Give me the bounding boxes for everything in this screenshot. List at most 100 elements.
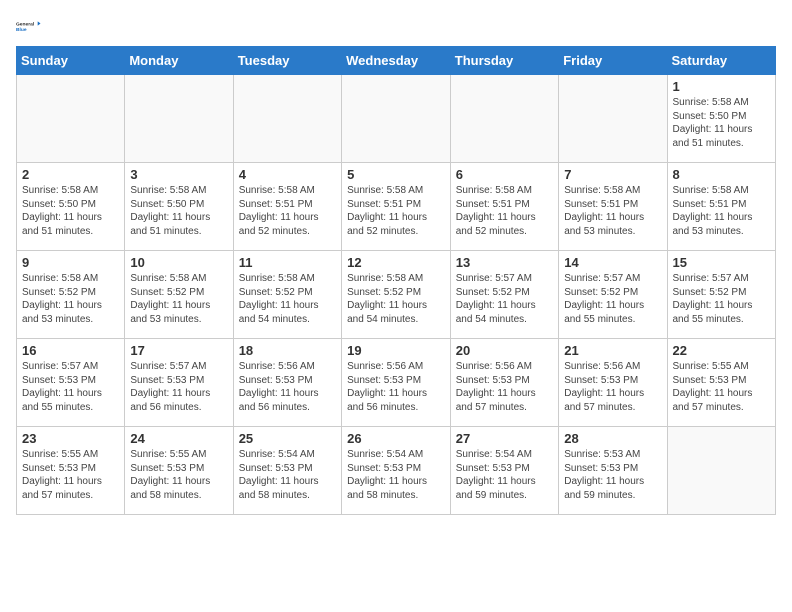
day-info: Sunrise: 5:58 AM Sunset: 5:51 PM Dayligh…: [347, 184, 445, 238]
day-info: Sunrise: 5:58 AM Sunset: 5:52 PM Dayligh…: [130, 272, 227, 326]
calendar-cell: 22 Sunrise: 5:55 AM Sunset: 5:53 PM Dayli…: [667, 339, 776, 427]
day-number: 2: [22, 167, 119, 182]
day-info: Sunrise: 5:56 AM Sunset: 5:53 PM Dayligh…: [564, 360, 661, 414]
calendar-cell: 15 Sunrise: 5:57 AM Sunset: 5:52 PM Dayli…: [667, 251, 776, 339]
day-number: 7: [564, 167, 661, 182]
day-info: Sunrise: 5:54 AM Sunset: 5:53 PM Dayligh…: [456, 448, 553, 502]
calendar-cell: 8 Sunrise: 5:58 AM Sunset: 5:51 PM Daylig…: [667, 163, 776, 251]
weekday-header-friday: Friday: [559, 47, 667, 75]
day-number: 20: [456, 343, 553, 358]
weekday-header-saturday: Saturday: [667, 47, 776, 75]
calendar-cell: 13 Sunrise: 5:57 AM Sunset: 5:52 PM Dayli…: [450, 251, 558, 339]
calendar-cell: 14 Sunrise: 5:57 AM Sunset: 5:52 PM Dayli…: [559, 251, 667, 339]
day-number: 10: [130, 255, 227, 270]
day-number: 15: [673, 255, 771, 270]
calendar-cell: 17 Sunrise: 5:57 AM Sunset: 5:53 PM Dayli…: [125, 339, 233, 427]
weekday-header-monday: Monday: [125, 47, 233, 75]
calendar-week-row: 23 Sunrise: 5:55 AM Sunset: 5:53 PM Dayli…: [17, 427, 776, 515]
day-number: 24: [130, 431, 227, 446]
calendar-week-row: 2 Sunrise: 5:58 AM Sunset: 5:50 PM Daylig…: [17, 163, 776, 251]
calendar-week-row: 9Sunrise: 5:58 AM Sunset: 5:52 PM Daylig…: [17, 251, 776, 339]
day-number: 8: [673, 167, 771, 182]
day-number: 19: [347, 343, 445, 358]
calendar-week-row: 16 Sunrise: 5:57 AM Sunset: 5:53 PM Dayli…: [17, 339, 776, 427]
day-number: 26: [347, 431, 445, 446]
calendar-cell: 1 Sunrise: 5:58 AM Sunset: 5:50 PM Daylig…: [667, 75, 776, 163]
day-number: 4: [239, 167, 336, 182]
day-info: Sunrise: 5:58 AM Sunset: 5:51 PM Dayligh…: [564, 184, 661, 238]
calendar-cell: [233, 75, 341, 163]
calendar-cell: [342, 75, 451, 163]
day-info: Sunrise: 5:54 AM Sunset: 5:53 PM Dayligh…: [347, 448, 445, 502]
day-number: 13: [456, 255, 553, 270]
day-number: 14: [564, 255, 661, 270]
day-info: Sunrise: 5:58 AM Sunset: 5:52 PM Dayligh…: [347, 272, 445, 326]
day-number: 16: [22, 343, 119, 358]
calendar-cell: 4 Sunrise: 5:58 AM Sunset: 5:51 PM Daylig…: [233, 163, 341, 251]
day-info: Sunrise: 5:55 AM Sunset: 5:53 PM Dayligh…: [673, 360, 771, 414]
day-info: Sunrise: 5:58 AM Sunset: 5:51 PM Dayligh…: [239, 184, 336, 238]
day-number: 28: [564, 431, 661, 446]
day-info: Sunrise: 5:58 AM Sunset: 5:50 PM Dayligh…: [673, 96, 771, 150]
calendar-cell: 12 Sunrise: 5:58 AM Sunset: 5:52 PM Dayli…: [342, 251, 451, 339]
calendar-cell: [667, 427, 776, 515]
day-info: Sunrise: 5:53 AM Sunset: 5:53 PM Dayligh…: [564, 448, 661, 502]
page-header: GeneralBlue: [16, 16, 776, 38]
calendar-cell: 16 Sunrise: 5:57 AM Sunset: 5:53 PM Dayli…: [17, 339, 125, 427]
day-number: 1: [673, 79, 771, 94]
calendar-cell: [17, 75, 125, 163]
calendar-week-row: 1 Sunrise: 5:58 AM Sunset: 5:50 PM Daylig…: [17, 75, 776, 163]
day-number: 22: [673, 343, 771, 358]
day-number: 17: [130, 343, 227, 358]
day-info: Sunrise: 5:58 AM Sunset: 5:52 PM Dayligh…: [22, 272, 119, 326]
calendar-cell: [125, 75, 233, 163]
day-info: Sunrise: 5:58 AM Sunset: 5:50 PM Dayligh…: [130, 184, 227, 238]
svg-text:Blue: Blue: [16, 27, 27, 33]
weekday-header-row: SundayMondayTuesdayWednesdayThursdayFrid…: [17, 47, 776, 75]
day-info: Sunrise: 5:56 AM Sunset: 5:53 PM Dayligh…: [239, 360, 336, 414]
day-number: 21: [564, 343, 661, 358]
day-info: Sunrise: 5:58 AM Sunset: 5:51 PM Dayligh…: [456, 184, 553, 238]
weekday-header-tuesday: Tuesday: [233, 47, 341, 75]
logo-icon: GeneralBlue: [16, 16, 44, 38]
day-info: Sunrise: 5:55 AM Sunset: 5:53 PM Dayligh…: [22, 448, 119, 502]
calendar-table: SundayMondayTuesdayWednesdayThursdayFrid…: [16, 46, 776, 515]
day-number: 11: [239, 255, 336, 270]
day-number: 23: [22, 431, 119, 446]
day-number: 12: [347, 255, 445, 270]
day-number: 27: [456, 431, 553, 446]
day-info: Sunrise: 5:57 AM Sunset: 5:53 PM Dayligh…: [22, 360, 119, 414]
day-number: 25: [239, 431, 336, 446]
weekday-header-thursday: Thursday: [450, 47, 558, 75]
day-info: Sunrise: 5:56 AM Sunset: 5:53 PM Dayligh…: [456, 360, 553, 414]
day-info: Sunrise: 5:57 AM Sunset: 5:52 PM Dayligh…: [456, 272, 553, 326]
calendar-cell: 3Sunrise: 5:58 AM Sunset: 5:50 PM Daylig…: [125, 163, 233, 251]
calendar-cell: 28 Sunrise: 5:53 AM Sunset: 5:53 PM Dayli…: [559, 427, 667, 515]
day-info: Sunrise: 5:56 AM Sunset: 5:53 PM Dayligh…: [347, 360, 445, 414]
calendar-cell: 7 Sunrise: 5:58 AM Sunset: 5:51 PM Daylig…: [559, 163, 667, 251]
calendar-cell: 9Sunrise: 5:58 AM Sunset: 5:52 PM Daylig…: [17, 251, 125, 339]
day-info: Sunrise: 5:58 AM Sunset: 5:51 PM Dayligh…: [673, 184, 771, 238]
day-number: 6: [456, 167, 553, 182]
calendar-cell: 23 Sunrise: 5:55 AM Sunset: 5:53 PM Dayli…: [17, 427, 125, 515]
day-info: Sunrise: 5:54 AM Sunset: 5:53 PM Dayligh…: [239, 448, 336, 502]
calendar-cell: 18 Sunrise: 5:56 AM Sunset: 5:53 PM Dayli…: [233, 339, 341, 427]
calendar-cell: 2 Sunrise: 5:58 AM Sunset: 5:50 PM Daylig…: [17, 163, 125, 251]
calendar-cell: 25 Sunrise: 5:54 AM Sunset: 5:53 PM Dayli…: [233, 427, 341, 515]
calendar-cell: 27 Sunrise: 5:54 AM Sunset: 5:53 PM Dayli…: [450, 427, 558, 515]
svg-text:General: General: [16, 22, 35, 28]
day-info: Sunrise: 5:57 AM Sunset: 5:53 PM Dayligh…: [130, 360, 227, 414]
day-info: Sunrise: 5:58 AM Sunset: 5:52 PM Dayligh…: [239, 272, 336, 326]
calendar-cell: [450, 75, 558, 163]
weekday-header-wednesday: Wednesday: [342, 47, 451, 75]
day-number: 18: [239, 343, 336, 358]
calendar-cell: 11 Sunrise: 5:58 AM Sunset: 5:52 PM Dayli…: [233, 251, 341, 339]
day-info: Sunrise: 5:57 AM Sunset: 5:52 PM Dayligh…: [673, 272, 771, 326]
calendar-cell: 19 Sunrise: 5:56 AM Sunset: 5:53 PM Dayli…: [342, 339, 451, 427]
calendar-cell: 20 Sunrise: 5:56 AM Sunset: 5:53 PM Dayli…: [450, 339, 558, 427]
calendar-cell: 21 Sunrise: 5:56 AM Sunset: 5:53 PM Dayli…: [559, 339, 667, 427]
calendar-cell: 5 Sunrise: 5:58 AM Sunset: 5:51 PM Daylig…: [342, 163, 451, 251]
day-info: Sunrise: 5:57 AM Sunset: 5:52 PM Dayligh…: [564, 272, 661, 326]
day-number: 5: [347, 167, 445, 182]
day-info: Sunrise: 5:58 AM Sunset: 5:50 PM Dayligh…: [22, 184, 119, 238]
